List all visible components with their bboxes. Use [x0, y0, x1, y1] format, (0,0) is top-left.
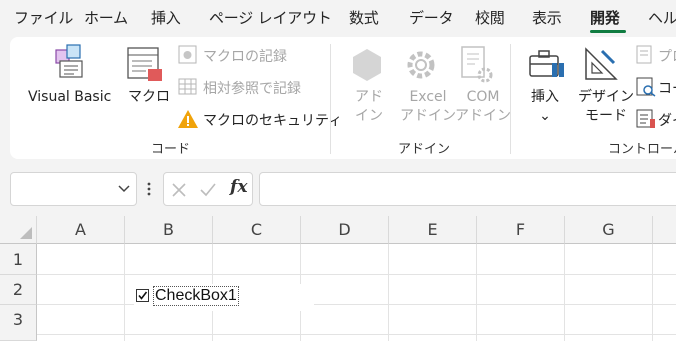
excel-addin-label-line2: アドイン [400, 108, 456, 124]
name-box[interactable] [10, 172, 137, 206]
gridline [37, 304, 676, 305]
select-all-triangle-icon [20, 227, 32, 239]
group-label-controls: コントロール [608, 142, 676, 157]
column-header-h[interactable] [653, 216, 676, 244]
column-header-f[interactable]: F [477, 216, 565, 244]
addin-label-line2: イン [355, 108, 383, 124]
insert-controls-button[interactable]: 挿入 ⌄ [531, 88, 559, 126]
gridline [37, 334, 676, 335]
column-header-c[interactable]: C [213, 216, 301, 244]
gridline [37, 274, 676, 275]
select-all-corner[interactable] [0, 216, 37, 244]
insert-controls-label: 挿入 [531, 89, 559, 105]
addin-button[interactable]: アド イン [355, 88, 383, 126]
macro-button[interactable]: マクロ [128, 88, 170, 107]
column-header-e[interactable]: E [389, 216, 477, 244]
com-addin-label-line1: COM [466, 89, 500, 105]
tab-formulas[interactable]: 数式 [349, 7, 379, 28]
com-addin-button[interactable]: COM アドイン [455, 88, 511, 126]
gridline [124, 244, 125, 341]
view-code-button[interactable]: コー [658, 78, 676, 98]
column-header-d[interactable]: D [301, 216, 389, 244]
design-mode-button[interactable]: デザイン モード [578, 88, 634, 126]
gridline [388, 244, 389, 341]
relative-reference-icon [178, 78, 197, 95]
gridline [652, 244, 653, 341]
tab-home[interactable]: ホーム [84, 7, 128, 28]
enter-check-icon[interactable] [199, 182, 217, 198]
column-header-g[interactable]: G [565, 216, 653, 244]
group-divider [330, 44, 331, 154]
column-header-b[interactable]: B [125, 216, 213, 244]
row-header-3[interactable]: 3 [0, 305, 37, 341]
active-tab-indicator [590, 30, 626, 33]
record-macro-icon [178, 45, 197, 64]
gridline [564, 244, 565, 341]
addin-label-line1: アド [355, 89, 383, 105]
insert-function-button[interactable]: fx [230, 177, 247, 197]
cancel-icon[interactable] [171, 182, 187, 198]
group-label-addins: アドイン [398, 142, 451, 157]
insert-controls-icon [529, 50, 564, 77]
tab-file[interactable]: ファイル [14, 7, 73, 28]
checkbox-checked-icon[interactable] [136, 289, 150, 303]
group-label-code: コード [151, 142, 191, 157]
excel-addin-button[interactable]: Excel アドイン [400, 88, 456, 126]
tab-page-layout[interactable]: ページ レイアウト [209, 7, 332, 28]
gridline [476, 244, 477, 341]
design-mode-label-line2: モード [585, 108, 627, 124]
tab-data[interactable]: データ [409, 7, 454, 28]
chevron-down-icon: ⌄ [539, 108, 551, 124]
visual-basic-button[interactable]: Visual Basic [28, 88, 111, 107]
relative-reference-button[interactable]: 相対参照で記録 [203, 78, 301, 98]
ribbon-tab-bar: ファイル ホーム 挿入 ページ レイアウト 数式 データ 校閲 表示 開発 ヘル [0, 0, 676, 36]
record-macro-button[interactable]: マクロの記録 [203, 46, 287, 66]
addin-icon [353, 49, 381, 81]
row-header-1[interactable]: 1 [0, 244, 37, 275]
macro-icon [127, 47, 162, 81]
visual-basic-icon [55, 44, 83, 78]
tab-help[interactable]: ヘル [648, 7, 676, 28]
run-dialog-icon [636, 109, 655, 128]
row-header-2[interactable]: 2 [0, 275, 37, 305]
view-code-icon [636, 77, 656, 97]
design-mode-icon [585, 47, 618, 80]
formula-controls: fx [163, 172, 253, 206]
run-dialog-button[interactable]: ダイ [658, 110, 676, 130]
checkbox-control[interactable]: CheckBox1 [134, 284, 314, 311]
chevron-down-icon[interactable] [118, 185, 130, 193]
group-divider [510, 44, 511, 154]
checkbox-label: CheckBox1 [153, 286, 239, 306]
tab-insert[interactable]: 挿入 [151, 7, 181, 28]
column-header-a[interactable]: A [37, 216, 125, 244]
tab-review[interactable]: 校閲 [475, 7, 505, 28]
warning-icon [178, 110, 198, 128]
tab-developer[interactable]: 開発 [590, 7, 620, 28]
properties-icon [636, 45, 652, 64]
formula-input[interactable] [259, 172, 676, 206]
com-addin-label-line2: アドイン [455, 108, 511, 124]
macro-security-button[interactable]: マクロのセキュリティ [203, 110, 342, 130]
tab-view[interactable]: 表示 [532, 7, 562, 28]
more-options-icon[interactable] [146, 181, 152, 197]
design-mode-label-line1: デザイン [578, 89, 634, 105]
properties-button[interactable]: プロ [658, 46, 676, 66]
gear-icon [407, 51, 435, 79]
excel-addin-label-line1: Excel [409, 89, 447, 105]
com-addin-icon [461, 46, 493, 83]
